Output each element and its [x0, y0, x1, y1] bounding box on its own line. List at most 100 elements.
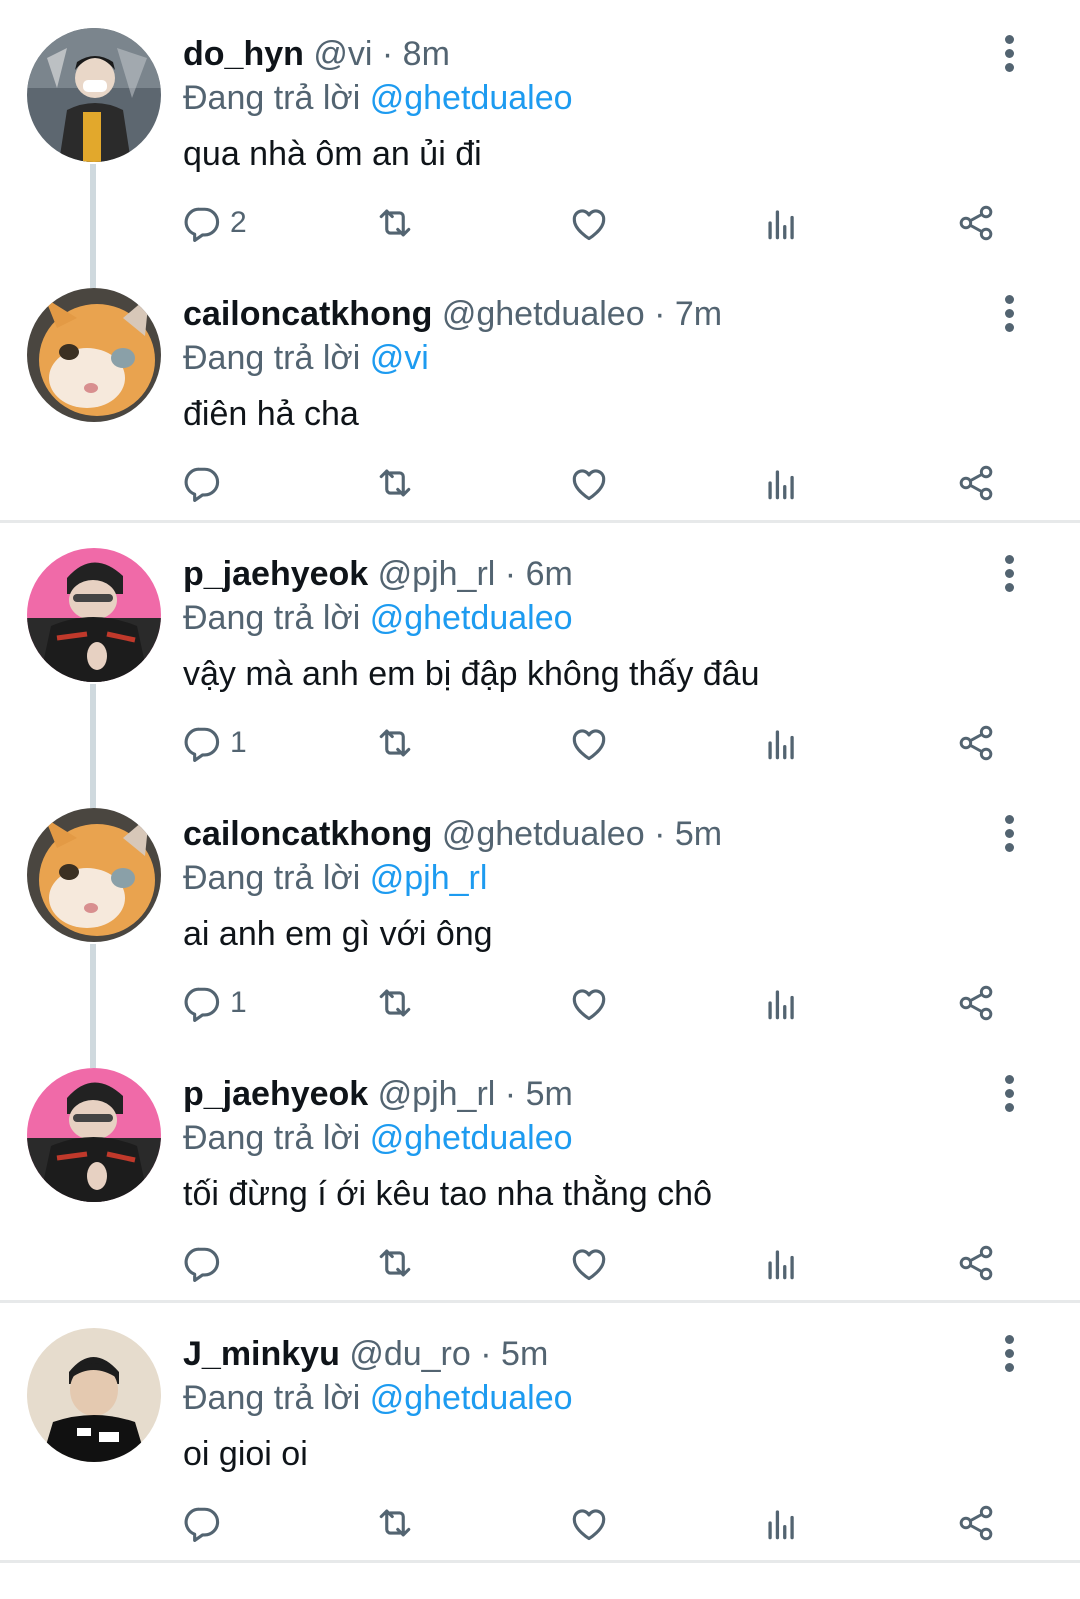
display-name[interactable]: p_jaehyeok: [183, 1075, 368, 1113]
more-icon: [1005, 815, 1014, 824]
analytics-icon: [768, 990, 794, 1020]
user-handle[interactable]: @vi: [313, 35, 372, 73]
share-button[interactable]: [954, 1240, 998, 1286]
reply-button[interactable]: [180, 1500, 230, 1546]
tweet[interactable]: cailoncatkhong @ghetdualeo · 5m Đang trả…: [0, 780, 1080, 1040]
like-button[interactable]: [567, 200, 611, 246]
timestamp[interactable]: 8m: [403, 35, 450, 73]
mention-link[interactable]: @ghetdualeo: [370, 599, 573, 637]
mention-link[interactable]: @ghetdualeo: [370, 79, 573, 117]
display-name[interactable]: J_minkyu: [183, 1335, 340, 1373]
avatar[interactable]: [27, 28, 161, 162]
like-button[interactable]: [567, 1240, 611, 1286]
display-name[interactable]: cailoncatkhong: [183, 815, 432, 853]
more-options-button[interactable]: [990, 552, 1030, 596]
like-button[interactable]: [567, 980, 611, 1026]
retweet-button[interactable]: [373, 980, 417, 1026]
tweet-text: ai anh em gì với ông: [183, 915, 493, 953]
tweet[interactable]: cailoncatkhong @ghetdualeo · 7m Đang trả…: [0, 260, 1080, 520]
views-button[interactable]: [760, 200, 804, 246]
avatar[interactable]: [27, 808, 161, 942]
more-options-button[interactable]: [990, 1072, 1030, 1116]
display-name[interactable]: p_jaehyeok: [183, 555, 368, 593]
separator-dot: ·: [504, 555, 517, 593]
tweet-text: oi gioi oi: [183, 1435, 308, 1473]
user-handle[interactable]: @pjh_rl: [378, 1075, 496, 1113]
retweet-button[interactable]: [373, 200, 417, 246]
tweet[interactable]: J_minkyu @du_ro · 5m Đang trả lời @ghetd…: [0, 1300, 1080, 1560]
share-button[interactable]: [954, 1500, 998, 1546]
avatar-photo-cat: [27, 808, 161, 942]
like-button[interactable]: [567, 720, 611, 766]
like-button[interactable]: [567, 460, 611, 506]
retweet-button[interactable]: [373, 1500, 417, 1546]
reply-button[interactable]: 1: [180, 720, 247, 766]
views-button[interactable]: [760, 720, 804, 766]
timestamp[interactable]: 7m: [675, 295, 722, 333]
share-icon: [959, 1505, 993, 1541]
views-button[interactable]: [760, 460, 804, 506]
reply-icon: [184, 1507, 220, 1542]
avatar[interactable]: [27, 1068, 161, 1202]
separator-dot: ·: [504, 1075, 517, 1113]
replying-to: Đang trả lời @pjh_rl: [183, 856, 487, 900]
user-handle[interactable]: @ghetdualeo: [442, 815, 645, 853]
share-icon: [959, 985, 993, 1021]
user-handle[interactable]: @pjh_rl: [378, 555, 496, 593]
retweet-button[interactable]: [373, 460, 417, 506]
display-name[interactable]: do_hyn: [183, 35, 304, 73]
tweet[interactable]: do_hyn @vi · 8m Đang trả lời @ghetdualeo…: [0, 0, 1080, 260]
separator-dot: ·: [480, 1335, 492, 1373]
share-icon: [959, 725, 993, 761]
heart-icon: [572, 469, 606, 501]
reply-button[interactable]: 1: [180, 980, 247, 1026]
replying-to-label: Đang trả lời: [183, 339, 361, 377]
timestamp[interactable]: 5m: [675, 815, 722, 853]
share-button[interactable]: [954, 200, 998, 246]
tweet-header: do_hyn @vi · 8m: [183, 32, 450, 76]
share-button[interactable]: [954, 720, 998, 766]
more-icon: [1005, 63, 1014, 72]
tweet-header: J_minkyu @du_ro · 5m: [183, 1332, 548, 1376]
user-handle[interactable]: @ghetdualeo: [442, 295, 645, 333]
more-options-button[interactable]: [990, 1332, 1030, 1376]
avatar[interactable]: [27, 1328, 161, 1462]
retweet-button[interactable]: [373, 1240, 417, 1286]
like-button[interactable]: [567, 1500, 611, 1546]
views-button[interactable]: [760, 1500, 804, 1546]
retweet-button[interactable]: [373, 720, 417, 766]
display-name[interactable]: cailoncatkhong: [183, 295, 432, 333]
user-handle[interactable]: @du_ro: [349, 1335, 470, 1373]
mention-link[interactable]: @ghetdualeo: [370, 1119, 573, 1157]
reply-button[interactable]: [180, 460, 230, 506]
timestamp[interactable]: 5m: [501, 1335, 548, 1373]
more-options-button[interactable]: [990, 32, 1030, 76]
avatar[interactable]: [27, 548, 161, 682]
timestamp[interactable]: 5m: [526, 1075, 573, 1113]
tweet[interactable]: p_jaehyeok @pjh_rl · 6m Đang trả lời @gh…: [0, 520, 1080, 780]
heart-icon: [572, 989, 606, 1021]
reply-count: 1: [230, 986, 247, 1019]
reply-button[interactable]: [180, 1240, 230, 1286]
mention-link[interactable]: @ghetdualeo: [370, 1379, 573, 1417]
more-options-button[interactable]: [990, 292, 1030, 336]
views-button[interactable]: [760, 980, 804, 1026]
tweet[interactable]: p_jaehyeok @pjh_rl · 5m Đang trả lời @gh…: [0, 1040, 1080, 1300]
share-button[interactable]: [954, 460, 998, 506]
more-icon: [1005, 1103, 1014, 1112]
reply-icon: [184, 987, 220, 1022]
replying-to: Đang trả lời @ghetdualeo: [183, 1116, 573, 1160]
heart-icon: [572, 1509, 606, 1541]
mention-link[interactable]: @vi: [370, 339, 429, 377]
tweet-text: vậy mà anh em bị đập không thấy đâu: [183, 655, 760, 693]
mention-link[interactable]: @pjh_rl: [370, 859, 488, 897]
heart-icon: [572, 1249, 606, 1281]
timestamp[interactable]: 6m: [526, 555, 573, 593]
reply-button[interactable]: 2: [180, 200, 247, 246]
more-options-button[interactable]: [990, 812, 1030, 856]
avatar[interactable]: [27, 288, 161, 422]
separator-dot: ·: [654, 815, 666, 853]
retweet-icon: [379, 989, 411, 1017]
share-button[interactable]: [954, 980, 998, 1026]
views-button[interactable]: [760, 1240, 804, 1286]
